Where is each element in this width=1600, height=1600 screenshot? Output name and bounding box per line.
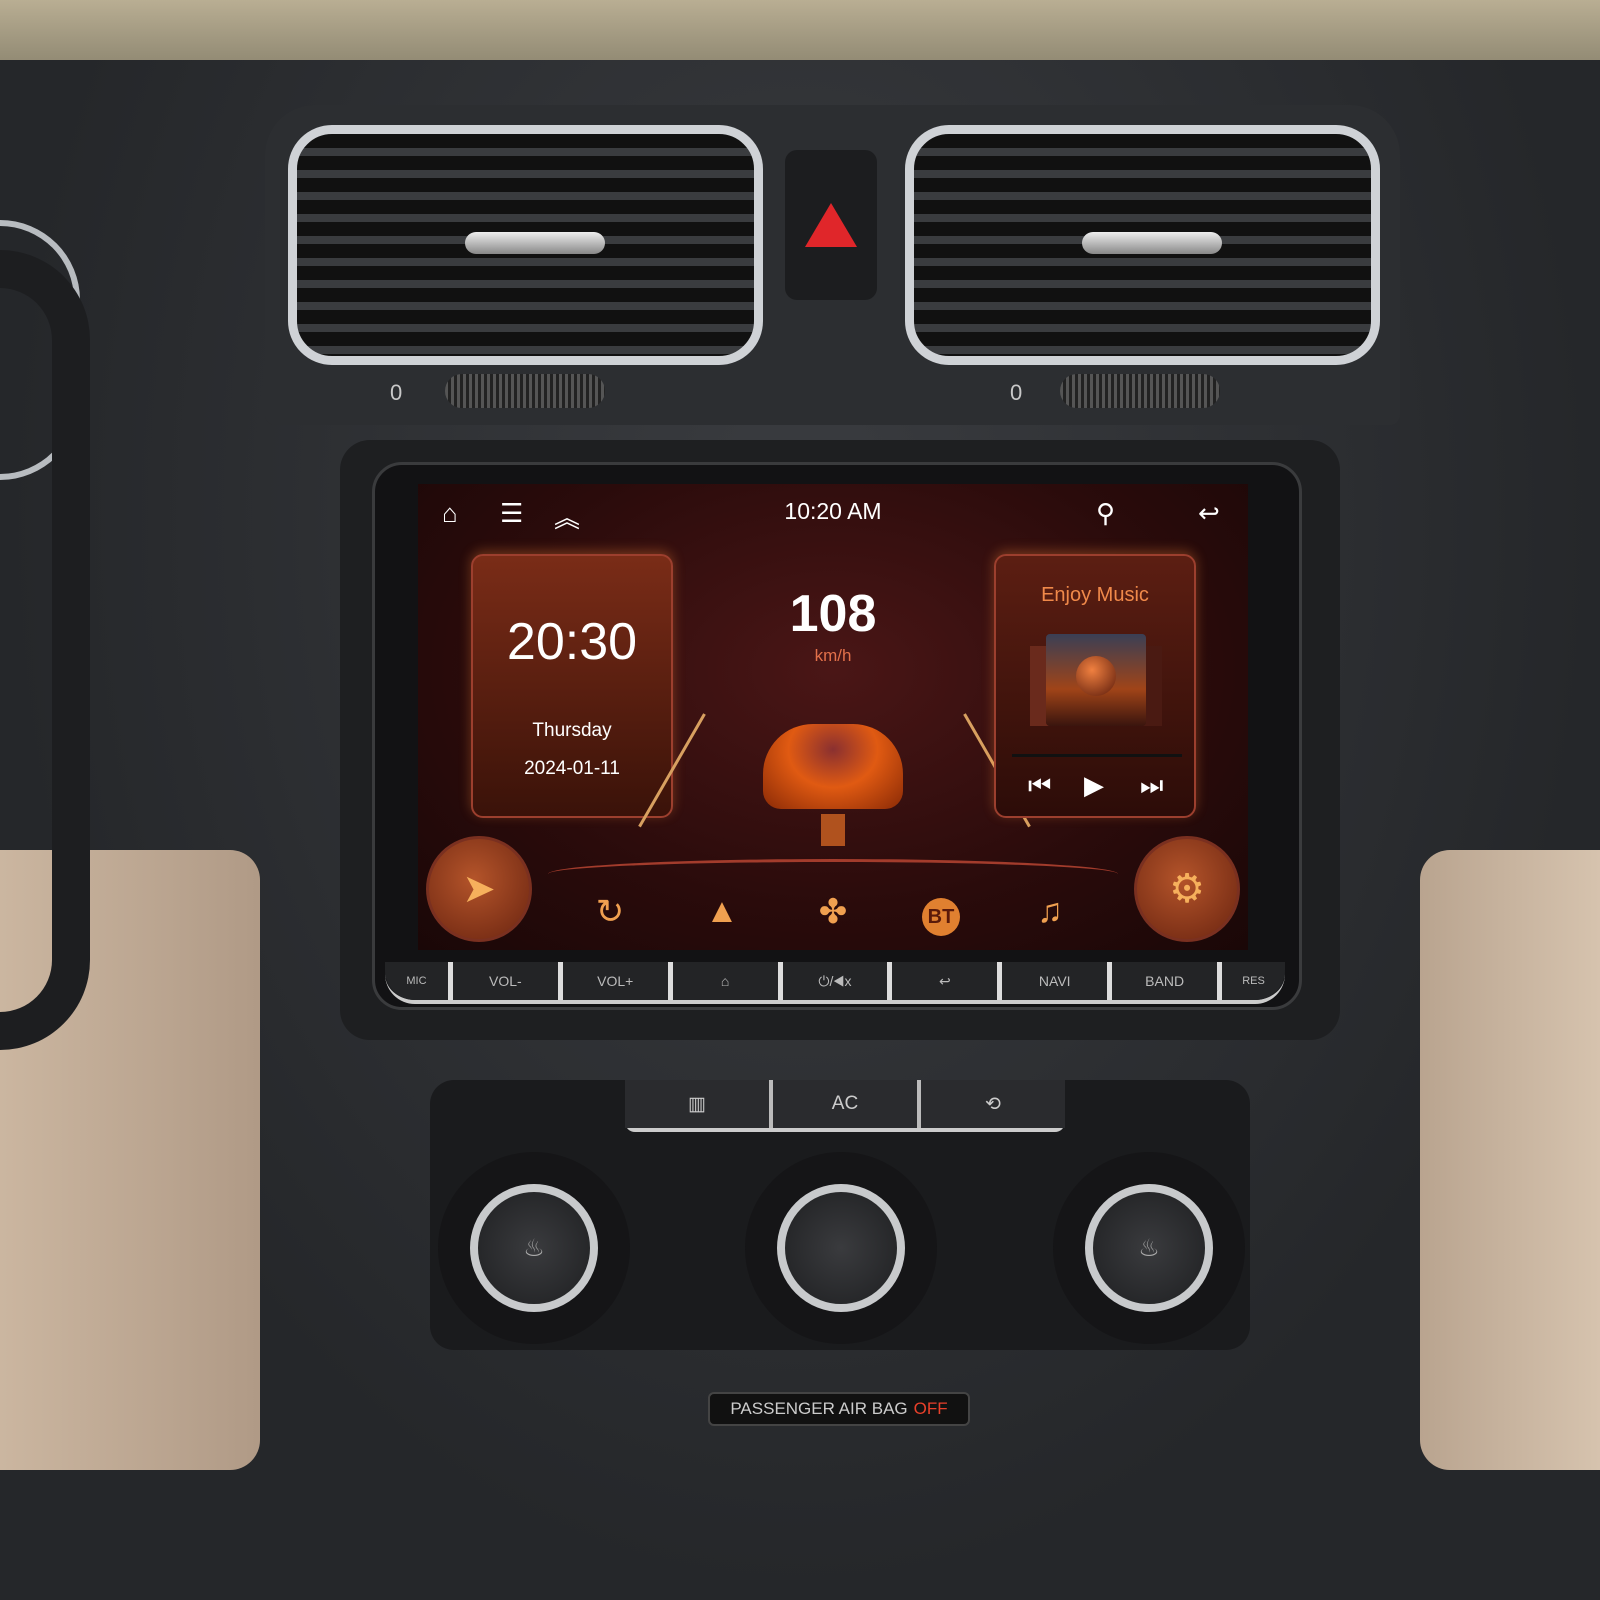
fan-dial-center: [777, 1184, 905, 1312]
band-key[interactable]: BAND: [1107, 962, 1218, 1000]
next-icon[interactable]: ⏭: [1140, 770, 1163, 802]
vent-tab[interactable]: [1082, 232, 1222, 254]
music-widget[interactable]: Enjoy Music ⏮ ▶ ⏭: [994, 554, 1196, 818]
speed-value: 108: [789, 585, 877, 643]
decorative-arc: [548, 859, 1118, 889]
settings-button[interactable]: ⚙: [1134, 836, 1240, 942]
mic-key[interactable]: MIC: [385, 962, 448, 1000]
back-icon[interactable]: ↩: [1198, 498, 1220, 529]
ac-button[interactable]: AC: [773, 1080, 921, 1128]
previous-icon[interactable]: ⏮: [1028, 770, 1051, 802]
recirculation-button[interactable]: ⟲: [921, 1080, 1065, 1128]
music-progress-bar[interactable]: [1012, 754, 1182, 757]
touchscreen: ⌂ ☰ ︽ 10:20 AM ⚲ ↩ 20:30 Thursday 2024-0…: [418, 484, 1248, 950]
navigation-button[interactable]: ➤: [426, 836, 532, 942]
hazard-button[interactable]: [785, 150, 877, 300]
airbag-status: OFF: [913, 1399, 948, 1418]
speed-unit: km/h: [814, 646, 852, 665]
navigation-icon: ➤: [462, 867, 496, 911]
rear-defrost-button[interactable]: ▥: [625, 1080, 773, 1128]
status-clock: 10:20 AM: [784, 498, 882, 524]
power-mute-key[interactable]: ⏻/◀x: [777, 962, 888, 1000]
carplay-icon[interactable]: ↻: [580, 892, 640, 932]
vent-label-right: 0: [1010, 380, 1023, 405]
climate-buttons: ▥ AC ⟲: [625, 1080, 1065, 1132]
air-vent-right[interactable]: [905, 125, 1380, 365]
hazard-icon: [805, 203, 857, 247]
widget-date: 2024-01-11: [524, 758, 620, 779]
hardware-keys: MIC VOL- VOL+ ⌂ ⏻/◀x ↩ NAVI BAND RES: [385, 962, 1285, 1004]
recirculation-icon: ⟲: [985, 1093, 1001, 1115]
music-title: Enjoy Music: [1041, 584, 1149, 606]
rear-defrost-icon: ▥: [688, 1093, 706, 1115]
vent-knob-right[interactable]: [1060, 374, 1220, 408]
navi-key[interactable]: NAVI: [997, 962, 1108, 1000]
music-note-icon[interactable]: ♫: [1020, 892, 1080, 931]
widget-time: 20:30: [506, 613, 638, 671]
album-art[interactable]: [1046, 634, 1146, 726]
bt-label: BT: [922, 898, 960, 936]
door-trim-right: [1420, 850, 1600, 1470]
vent-knob-left[interactable]: [445, 374, 605, 408]
location-pin-icon[interactable]: ⚲: [1096, 498, 1115, 529]
seat-heat-right-icon: ♨: [1085, 1184, 1213, 1312]
fan-speed-dial[interactable]: [745, 1152, 937, 1344]
bt-button[interactable]: BT: [922, 898, 960, 936]
vol-down-key[interactable]: VOL-: [447, 962, 558, 1000]
back-key[interactable]: ↩: [887, 962, 998, 1000]
vol-up-key[interactable]: VOL+: [557, 962, 668, 1000]
steering-wheel: [0, 250, 90, 1050]
widget-day: Thursday: [532, 720, 612, 741]
lane-marker: [821, 814, 845, 846]
clock-widget[interactable]: 20:30 Thursday 2024-01-11: [471, 554, 673, 818]
play-icon[interactable]: ▶: [1084, 770, 1104, 801]
vent-label-left: 0: [390, 380, 403, 405]
album-art-sphere: [1076, 656, 1116, 696]
car-image: [763, 724, 903, 809]
settings-icon: ⚙: [1169, 867, 1205, 911]
temperature-dial[interactable]: ♨: [438, 1152, 630, 1344]
airbag-text: PASSENGER AIR BAG: [730, 1399, 908, 1418]
air-vent-left[interactable]: [288, 125, 763, 365]
reset-key[interactable]: RES: [1217, 962, 1285, 1000]
seat-heat-left-icon: ♨: [470, 1184, 598, 1312]
android-auto-icon[interactable]: ▲: [692, 892, 752, 931]
air-direction-dial[interactable]: ♨: [1053, 1152, 1245, 1344]
home-key[interactable]: ⌂: [667, 962, 778, 1000]
vent-tab[interactable]: [465, 232, 605, 254]
apps-icon[interactable]: ✤: [803, 892, 863, 932]
airbag-indicator: PASSENGER AIR BAG OFF: [708, 1392, 970, 1426]
